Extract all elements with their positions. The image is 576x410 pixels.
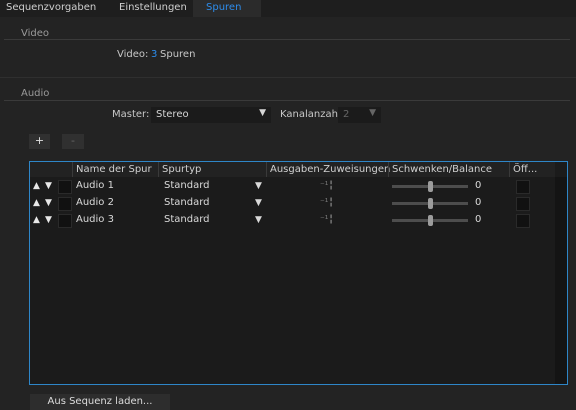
master-value: Stereo xyxy=(156,109,189,120)
remove-track-button[interactable]: - xyxy=(62,134,84,149)
audio-divider xyxy=(4,100,570,101)
move-up-icon[interactable]: ▲ xyxy=(33,178,40,194)
header-type[interactable]: Spurtyp xyxy=(162,162,202,177)
add-track-button[interactable]: + xyxy=(29,134,50,149)
column-divider xyxy=(72,162,73,177)
header-open[interactable]: Öff... xyxy=(513,162,538,177)
column-divider xyxy=(509,162,510,177)
pan-value[interactable]: 0 xyxy=(475,178,481,194)
table-scrollbar[interactable] xyxy=(555,177,567,384)
track-select-box[interactable] xyxy=(58,214,72,228)
header-outputs[interactable]: Ausgaben-Zuweisungen xyxy=(270,162,391,177)
track-select-box[interactable] xyxy=(58,180,72,194)
pan-value[interactable]: 0 xyxy=(475,212,481,228)
tab-spuren[interactable]: Spuren xyxy=(193,0,261,17)
table-row[interactable]: ▲ ▼ Audio 2 Standard ▼ ⁻¹╏ 0 xyxy=(30,195,555,211)
output-routing-icon[interactable]: ⁻¹╏ xyxy=(320,181,334,191)
chevron-down-icon: ▼ xyxy=(255,181,262,191)
pan-slider-thumb[interactable] xyxy=(428,198,433,209)
video-tracks-label: Video: xyxy=(117,49,149,60)
video-tracks-unit: Spuren xyxy=(160,49,196,60)
output-routing-icon[interactable]: ⁻¹╏ xyxy=(320,198,334,208)
tab-einstellungen[interactable]: Einstellungen xyxy=(111,0,199,17)
channels-dropdown[interactable]: 2 ▼ xyxy=(338,107,381,123)
track-type-dropdown[interactable]: Standard xyxy=(164,212,210,228)
open-checkbox[interactable] xyxy=(516,197,530,211)
load-from-sequence-button[interactable]: Aus Sequenz laden... xyxy=(30,394,170,410)
chevron-down-icon: ▼ xyxy=(255,198,262,208)
open-checkbox[interactable] xyxy=(516,180,530,194)
pan-slider-thumb[interactable] xyxy=(428,215,433,226)
move-up-icon[interactable]: ▲ xyxy=(33,212,40,228)
chevron-down-icon: ▼ xyxy=(369,108,376,118)
table-row[interactable]: ▲ ▼ Audio 1 Standard ▼ ⁻¹╏ 0 xyxy=(30,178,555,194)
video-divider xyxy=(4,39,570,40)
move-down-icon[interactable]: ▼ xyxy=(45,178,52,194)
pan-slider-thumb[interactable] xyxy=(428,181,433,192)
column-divider xyxy=(266,162,267,177)
master-dropdown[interactable]: Stereo ▼ xyxy=(151,107,271,123)
tab-sequenzvorgaben[interactable]: Sequenzvorgaben xyxy=(0,0,103,17)
track-name[interactable]: Audio 2 xyxy=(76,195,114,211)
output-routing-icon[interactable]: ⁻¹╏ xyxy=(320,215,334,225)
move-up-icon[interactable]: ▲ xyxy=(33,195,40,211)
header-name[interactable]: Name der Spur xyxy=(76,162,152,177)
table-row[interactable]: ▲ ▼ Audio 3 Standard ▼ ⁻¹╏ 0 xyxy=(30,212,555,228)
channels-value: 2 xyxy=(343,109,350,120)
master-label: Master: xyxy=(112,109,150,120)
channels-label: Kanalanzahl: xyxy=(280,109,345,120)
track-name[interactable]: Audio 3 xyxy=(76,212,114,228)
chevron-down-icon: ▼ xyxy=(255,215,262,225)
tab-bar: Sequenzvorgaben Einstellungen Spuren xyxy=(0,0,576,17)
video-tracks-count[interactable]: 3 xyxy=(151,49,157,60)
move-down-icon[interactable]: ▼ xyxy=(45,195,52,211)
section-divider xyxy=(0,77,576,78)
header-pan[interactable]: Schwenken/Balance xyxy=(392,162,493,177)
track-type-dropdown[interactable]: Standard xyxy=(164,178,210,194)
track-name[interactable]: Audio 1 xyxy=(76,178,114,194)
pan-value[interactable]: 0 xyxy=(475,195,481,211)
track-select-box[interactable] xyxy=(58,197,72,211)
audio-tracks-table: Name der Spur Spurtyp Ausgaben-Zuweisung… xyxy=(29,161,568,385)
move-down-icon[interactable]: ▼ xyxy=(45,212,52,228)
video-section-label: Video xyxy=(21,28,50,39)
chevron-down-icon: ▼ xyxy=(259,108,266,118)
column-divider xyxy=(388,162,389,177)
open-checkbox[interactable] xyxy=(516,214,530,228)
track-type-dropdown[interactable]: Standard xyxy=(164,195,210,211)
audio-section-label: Audio xyxy=(21,88,50,99)
column-divider xyxy=(158,162,159,177)
